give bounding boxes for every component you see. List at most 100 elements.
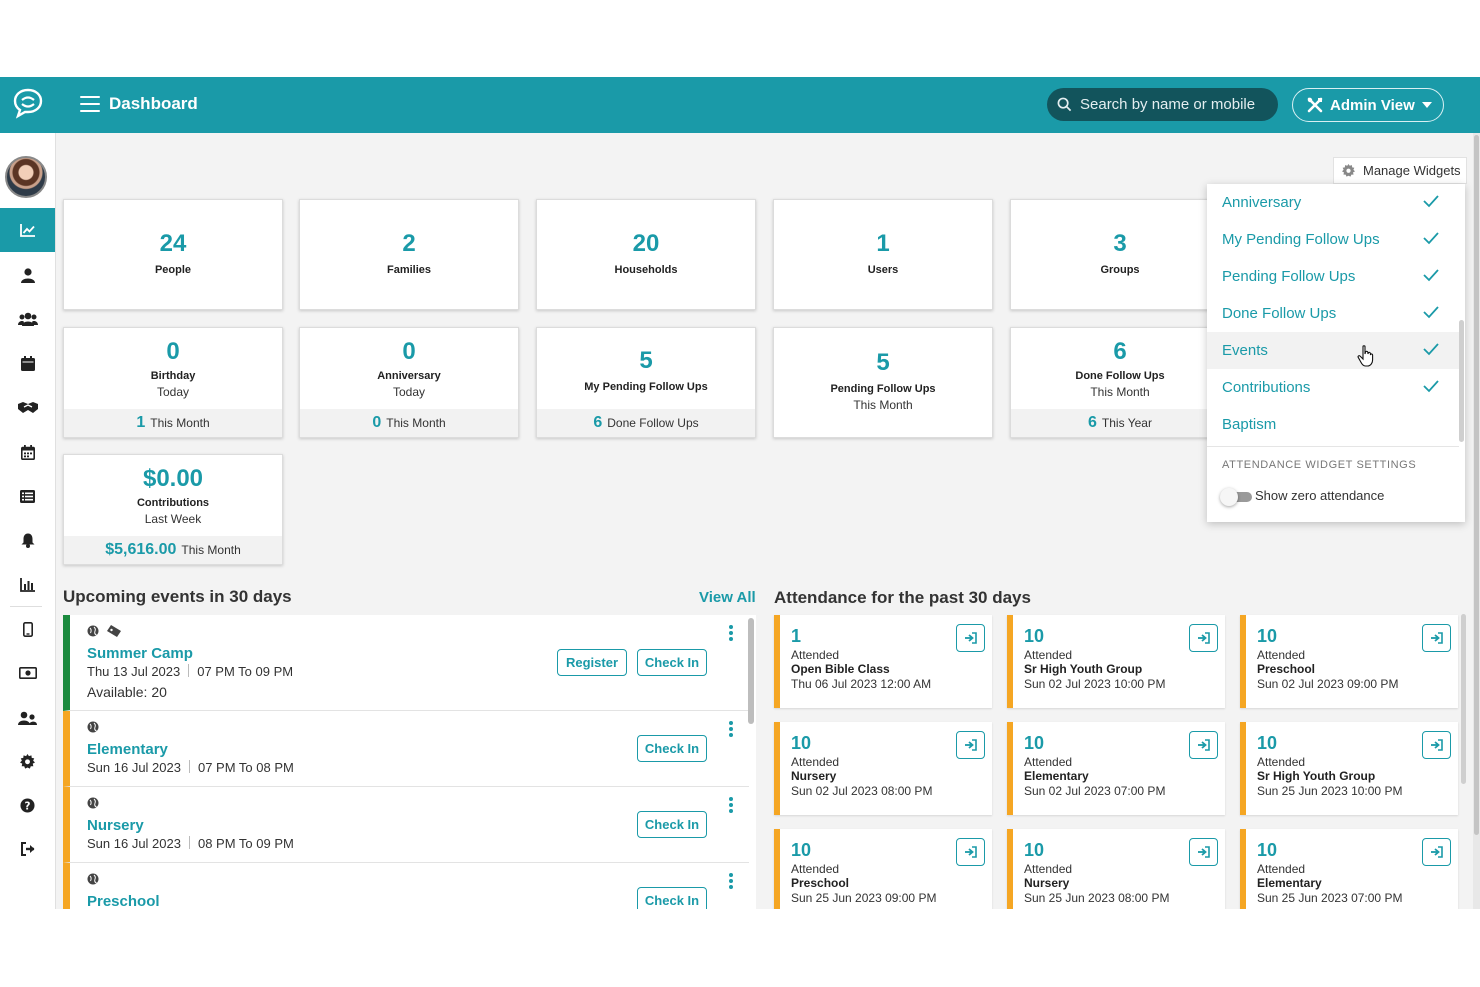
check-in-action-button[interactable] (1422, 731, 1451, 759)
attendance-card[interactable]: 1 Attended Open Bible Class Thu 06 Jul 2… (774, 615, 992, 708)
my-pending-follow-ups-widget[interactable]: 5 My Pending Follow Ups 6 Done Follow Ups (536, 327, 756, 438)
logo-icon[interactable] (12, 87, 44, 119)
check-in-button[interactable]: Check In (637, 735, 707, 762)
widget-option-label: Events (1222, 342, 1268, 359)
event-item-elementary[interactable]: Elementary Sun 16 Jul 2023 07 PM To 08 PM… (63, 711, 749, 787)
sidebar-item-lists[interactable] (0, 474, 55, 518)
check-in-button[interactable]: Check In (637, 887, 707, 909)
show-zero-attendance-toggle[interactable] (1220, 488, 1252, 506)
check-in-button[interactable]: Check In (637, 649, 707, 676)
sidebar-item-mobile[interactable] (0, 607, 55, 651)
events-scrollbar[interactable] (748, 618, 754, 724)
widget-option-contributions[interactable]: Contributions (1207, 369, 1459, 406)
widget-option-my-pending-follow-ups[interactable]: My Pending Follow Ups (1207, 221, 1459, 258)
done-sub: This Month (1090, 385, 1150, 399)
users-widget[interactable]: 1 Users (773, 199, 993, 310)
attendance-card[interactable]: 10 Attended Preschool Sun 02 Jul 2023 09… (1240, 615, 1458, 708)
sidebar-item-dashboard[interactable] (0, 208, 55, 252)
more-options-icon[interactable] (729, 625, 733, 641)
attendance-group-name: Nursery (791, 769, 837, 783)
birthday-label: Birthday (150, 370, 196, 382)
more-options-icon[interactable] (729, 721, 733, 737)
check-in-action-button[interactable] (1189, 838, 1218, 866)
page-scrollbar[interactable] (1473, 133, 1480, 909)
check-in-action-button[interactable] (1422, 624, 1451, 652)
sidebar-item-users[interactable] (0, 696, 55, 740)
sidebar-item-notifications[interactable] (0, 518, 55, 562)
sidebar-item-schedule[interactable] (0, 430, 55, 474)
event-name[interactable]: Summer Camp (87, 645, 193, 662)
page-scrollbar-thumb[interactable] (1474, 135, 1479, 835)
manage-widgets-button[interactable]: Manage Widgets (1333, 157, 1467, 184)
check-in-action-button[interactable] (956, 624, 985, 652)
families-widget[interactable]: 2 Families (299, 199, 519, 310)
people-widget[interactable]: 24 People (63, 199, 283, 310)
attendance-date: Sun 02 Jul 2023 10:00 PM (1024, 677, 1166, 691)
event-name[interactable]: Preschool (87, 893, 160, 909)
attendance-card[interactable]: 10 Attended Sr High Youth Group Sun 25 J… (1240, 722, 1458, 815)
search-box[interactable] (1047, 88, 1278, 121)
more-options-icon[interactable] (729, 797, 733, 813)
check-in-action-button[interactable] (956, 838, 985, 866)
view-all-link[interactable]: View All (699, 589, 756, 606)
event-icons (87, 625, 121, 637)
users-count: 1 (876, 230, 890, 257)
register-button[interactable]: Register (557, 649, 627, 676)
more-options-icon[interactable] (729, 873, 733, 889)
manage-widgets-label: Manage Widgets (1363, 163, 1461, 178)
groups-widget[interactable]: 3 Groups (1010, 199, 1230, 310)
attendance-count: 10 (791, 733, 812, 753)
birthday-widget[interactable]: 0 Birthday Today 1 This Month (63, 327, 283, 438)
sidebar-item-contributions[interactable] (0, 651, 55, 695)
anniversary-widget[interactable]: 0 Anniversary Today 0 This Month (299, 327, 519, 438)
attendance-date: Sun 02 Jul 2023 07:00 PM (1024, 784, 1166, 798)
attendance-group-name: Preschool (791, 876, 850, 890)
attendance-card[interactable]: 10 Attended Elementary Sun 25 Jun 2023 0… (1240, 829, 1458, 909)
attendance-card[interactable]: 10 Attended Nursery Sun 02 Jul 2023 08:0… (774, 722, 992, 815)
check-in-button[interactable]: Check In (637, 811, 707, 838)
check-in-action-button[interactable] (1189, 624, 1218, 652)
sidebar-item-people[interactable] (0, 253, 55, 297)
event-name[interactable]: Nursery (87, 817, 144, 834)
done-follow-ups-widget[interactable]: 6 Done Follow Ups This Month 6 This Year (1010, 327, 1230, 438)
attendance-card[interactable]: 10 Attended Nursery Sun 25 Jun 2023 08:0… (1007, 829, 1225, 909)
sidebar-item-help[interactable]: ? (0, 783, 55, 827)
event-item-nursery[interactable]: Nursery Sun 16 Jul 2023 08 PM To 09 PM Ch… (63, 787, 749, 863)
search-input[interactable] (1080, 96, 1270, 113)
sidebar-item-groups[interactable] (0, 297, 55, 341)
widget-option-anniversary[interactable]: Anniversary (1207, 184, 1459, 221)
sidebar-item-reports[interactable] (0, 563, 55, 607)
avatar[interactable] (5, 156, 47, 198)
check-icon (1423, 269, 1439, 282)
widget-option-pending-follow-ups[interactable]: Pending Follow Ups (1207, 258, 1459, 295)
sidebar-item-events[interactable] (0, 341, 55, 385)
menu-icon[interactable] (80, 96, 100, 112)
attendance-card[interactable]: 10 Attended Preschool Sun 25 Jun 2023 09… (774, 829, 992, 909)
dropdown-scrollbar[interactable] (1459, 320, 1464, 442)
event-date: Sun 16 Jul 2023 08 PM To 09 PM (87, 836, 294, 851)
widget-option-done-follow-ups[interactable]: Done Follow Ups (1207, 295, 1459, 332)
pending-follow-ups-widget[interactable]: 5 Pending Follow Ups This Month (773, 327, 993, 438)
widget-option-baptism[interactable]: Baptism (1207, 406, 1459, 443)
done-footer: 6 This Year (1011, 409, 1229, 437)
attendance-scrollbar[interactable] (1461, 614, 1466, 784)
sidebar-item-settings[interactable] (0, 739, 55, 783)
check-in-action-button[interactable] (1422, 838, 1451, 866)
attendance-card[interactable]: 10 Attended Sr High Youth Group Sun 02 J… (1007, 615, 1225, 708)
event-name[interactable]: Elementary (87, 741, 168, 758)
attended-label: Attended (791, 755, 840, 769)
event-item-preschool[interactable]: Preschool Check In (63, 863, 749, 909)
check-in-action-button[interactable] (1189, 731, 1218, 759)
contributions-sub: Last Week (144, 512, 202, 526)
sidebar-item-logout[interactable] (0, 827, 55, 871)
admin-view-button[interactable]: Admin View (1292, 88, 1444, 122)
sign-in-icon (965, 739, 977, 751)
widget-option-events[interactable]: Events (1207, 332, 1459, 369)
check-in-action-button[interactable] (956, 731, 985, 759)
sidebar-item-follow-ups[interactable] (0, 385, 55, 429)
households-widget[interactable]: 20 Households (536, 199, 756, 310)
chart-icon (19, 224, 35, 237)
event-item-summer-camp[interactable]: Summer Camp Thu 13 Jul 2023 07 PM To 09 P… (63, 615, 749, 711)
attendance-card[interactable]: 10 Attended Elementary Sun 02 Jul 2023 0… (1007, 722, 1225, 815)
contributions-widget[interactable]: $0.00 Contributions Last Week $5,616.00 T… (63, 454, 283, 565)
